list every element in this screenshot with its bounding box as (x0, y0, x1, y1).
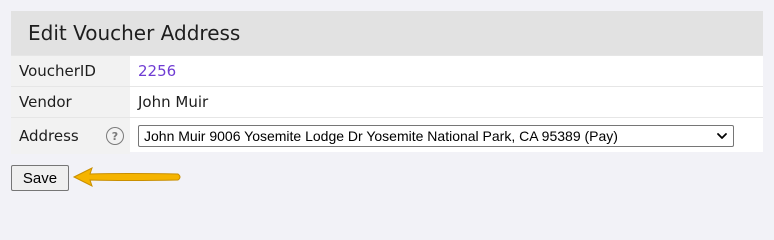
question-circle-icon[interactable]: ? (106, 127, 124, 145)
save-button[interactable]: Save (11, 165, 69, 191)
vendor-value: John Muir (130, 86, 763, 118)
voucher-id-row: VoucherID 2256 (11, 55, 763, 87)
panel-title: Edit Voucher Address (11, 11, 763, 55)
vendor-row: Vendor John Muir (11, 86, 763, 118)
vendor-label: Vendor (11, 86, 130, 118)
address-label: Address (19, 127, 79, 145)
address-select[interactable]: John Muir 9006 Yosemite Lodge Dr Yosemit… (138, 125, 734, 147)
voucher-id-label: VoucherID (11, 55, 130, 87)
arrow-left-icon (72, 167, 181, 187)
address-selected-value: John Muir 9006 Yosemite Lodge Dr Yosemit… (144, 128, 618, 144)
chevron-down-icon (717, 133, 727, 139)
address-row: Address ? John Muir 9006 Yosemite Lodge … (11, 117, 763, 154)
edit-voucher-address-panel: Edit Voucher Address VoucherID 2256 Vend… (11, 11, 763, 154)
voucher-form-table: VoucherID 2256 Vendor John Muir Address … (11, 55, 763, 154)
voucher-id-value: 2256 (138, 62, 177, 80)
